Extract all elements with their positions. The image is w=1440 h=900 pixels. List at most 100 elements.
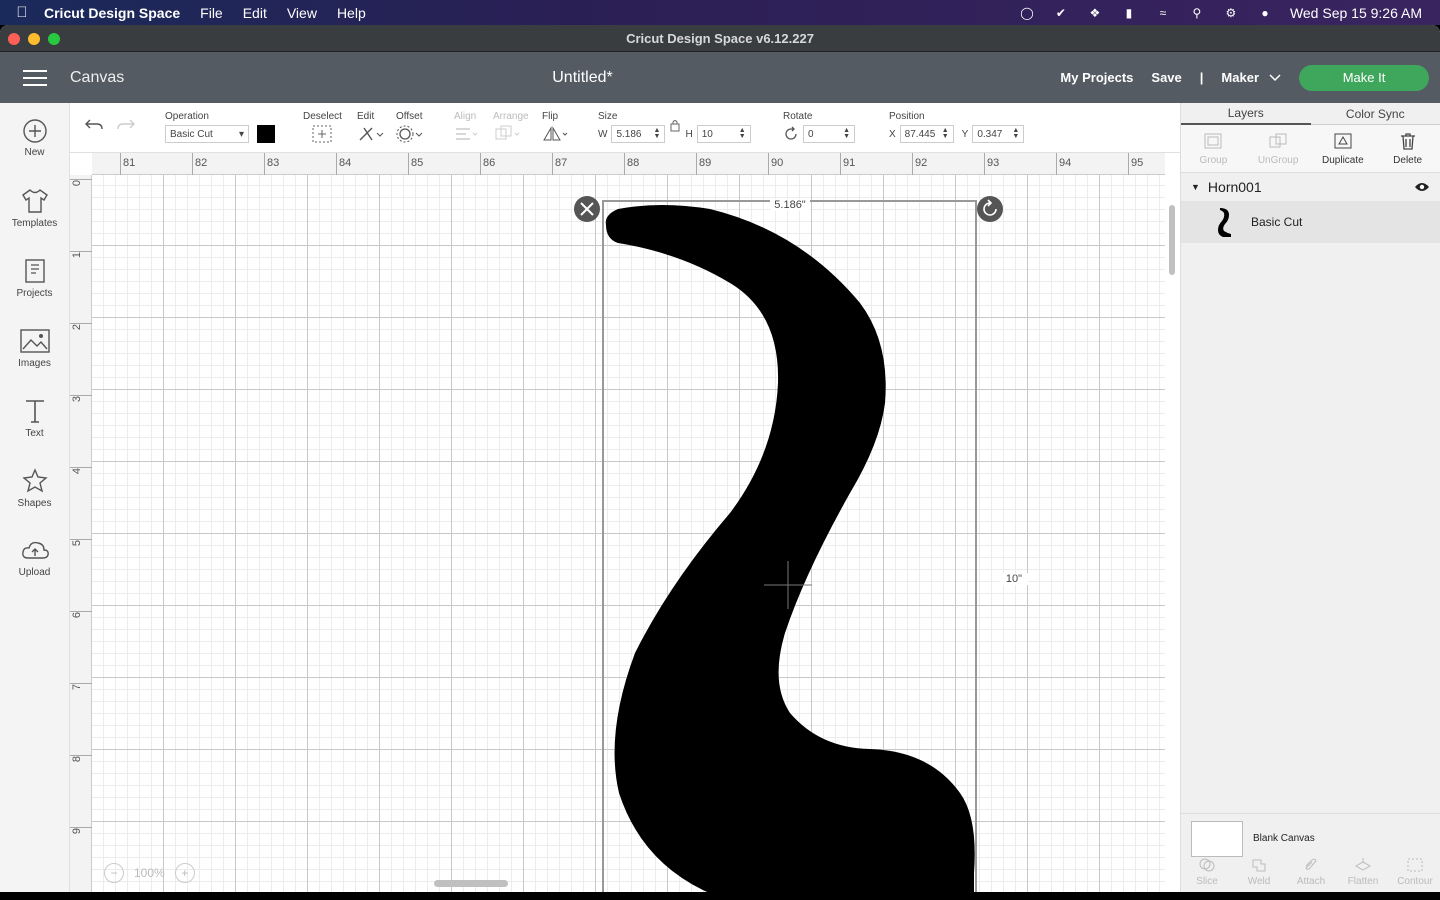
blank-canvas-row[interactable]: Blank Canvas [1181,813,1440,863]
rotate-group: Rotate 0 ▲ ▼ [783,111,855,143]
x-position-input[interactable]: 87.445 ▲ ▼ [899,125,954,143]
width-value: 5.186 [616,128,642,140]
menu-edit[interactable]: Edit [243,5,267,21]
window-title: Cricut Design Space v6.12.227 [626,30,814,46]
eye-visibility-icon[interactable] [1414,181,1430,193]
align-icon [456,128,478,140]
battery-icon[interactable]: ▮ [1120,6,1138,20]
siri-icon[interactable]: ● [1256,6,1274,20]
app-window: Cricut Design Space v6.12.227 Canvas Unt… [0,25,1440,892]
attach-button[interactable]: Attach [1285,857,1337,892]
delete-button[interactable]: Delete [1375,125,1440,172]
stepper-arrows-icon[interactable]: ▲ ▼ [739,127,746,140]
window-zoom-button[interactable] [48,33,60,45]
menu-bar:  Cricut Design Space File Edit View Hel… [0,0,1440,25]
menu-clock[interactable]: Wed Sep 15 9:26 AM [1290,5,1422,21]
window-close-button[interactable] [8,33,20,45]
height-input[interactable]: 10 ▲ ▼ [696,125,751,143]
trash-icon [1400,132,1415,150]
tab-color-sync[interactable]: Color Sync [1310,103,1440,125]
flip-group[interactable]: Flip [542,111,570,146]
vertical-scroll-thumb[interactable] [1169,205,1175,275]
horn-shape[interactable] [605,205,975,892]
edit-group[interactable]: Edit [357,111,385,146]
ungroup-label: UnGroup [1257,154,1299,166]
wifi-icon[interactable]: ≈ [1154,6,1172,20]
group-icon [1204,133,1222,148]
align-group[interactable]: Align [454,111,480,146]
delete-handle[interactable] [574,196,600,222]
sidebar-item-templates[interactable]: Templates [0,173,69,243]
deselect-group[interactable]: Deselect [303,111,342,146]
blank-canvas-swatch[interactable] [1191,820,1243,857]
undo-button[interactable] [84,117,104,136]
redo-button[interactable] [116,117,136,136]
tab-layers[interactable]: Layers [1181,103,1311,125]
canvas-layer [574,196,1003,892]
shirt-icon [21,189,48,213]
rotate-handle[interactable] [977,196,1003,222]
panel-tabs: Layers Color Sync [1181,103,1440,125]
bottom-layer-actions: Slice Weld Attach Flatten Contour [1181,858,1440,892]
sidebar-item-label: Text [25,428,44,439]
ungroup-button[interactable]: UnGroup [1246,125,1311,172]
machine-select[interactable]: Maker [1221,70,1281,85]
group-button[interactable]: Group [1181,125,1246,172]
height-label: H [685,128,693,140]
menu-app-name[interactable]: Cricut Design Space [44,5,180,21]
make-it-button[interactable]: Make It [1299,64,1429,91]
apple-icon[interactable]:  [0,4,44,21]
sidebar-item-label: Projects [16,288,53,299]
control-center-icon[interactable]: ⚙ [1222,6,1240,20]
slice-button[interactable]: Slice [1181,857,1233,892]
operation-select[interactable]: Basic Cut ▾ [165,125,249,143]
arrange-group[interactable]: Arrange [493,111,529,146]
spotlight-search-icon[interactable]: ⚲ [1188,6,1206,20]
flatten-button[interactable]: Flatten [1337,857,1389,892]
zoom-in-button[interactable]: + [174,863,195,883]
sidebar-item-new[interactable]: New [0,103,69,173]
offset-group[interactable]: Offset [396,111,424,146]
horizontal-scroll-thumb[interactable] [434,880,508,887]
layer-item[interactable]: Basic Cut [1181,201,1440,243]
collapse-triangle-icon[interactable]: ▼ [1191,182,1200,192]
stepper-arrows-icon[interactable]: ▲ ▼ [942,127,949,140]
checkmark-app-icon[interactable]: ✔ [1052,6,1070,20]
y-position-input[interactable]: 0.347 ▲ ▼ [972,125,1025,143]
weld-button[interactable]: Weld [1233,857,1285,892]
operation-color-swatch[interactable] [257,125,275,143]
sidebar-item-projects[interactable]: Projects [0,243,69,313]
delete-label: Delete [1393,154,1423,166]
position-label: Position [889,111,925,122]
contour-button[interactable]: Contour [1389,857,1440,892]
lock-icon[interactable] [669,118,681,132]
menu-help[interactable]: Help [337,5,366,21]
stepper-arrows-icon[interactable]: ▲ ▼ [654,127,661,140]
dropbox-icon[interactable]: ❖ [1086,6,1104,20]
creative-cloud-icon[interactable]: ◯ [1018,6,1036,20]
zoom-out-button[interactable]: − [104,863,124,883]
design-panel-sidebar: New Templates Projects Images Text Shape… [0,103,70,892]
duplicate-button[interactable]: Duplicate [1311,125,1376,172]
sidebar-item-upload[interactable]: Upload [0,523,69,593]
vertical-scrollbar[interactable] [1165,175,1180,892]
menu-view[interactable]: View [287,5,317,21]
design-canvas[interactable]: 81 82 83 84 85 86 87 88 89 90 91 92 93 94 95 012345678… [70,153,1180,892]
menu-file[interactable]: File [200,5,223,21]
operation-value: Basic Cut [170,128,213,140]
window-minimize-button[interactable] [28,33,40,45]
width-input[interactable]: 5.186 ▲ ▼ [611,125,666,143]
layer-group-name: Horn001 [1207,179,1262,195]
sidebar-item-text[interactable]: Text [0,383,69,453]
duplicate-icon [1334,133,1352,148]
layer-group-row[interactable]: ▼ Horn001 [1181,173,1440,201]
stepper-arrows-icon[interactable]: ▲ ▼ [843,127,850,140]
stepper-arrows-icon[interactable]: ▲ ▼ [1012,127,1019,140]
rotate-input[interactable]: 0 ▲ ▼ [803,125,855,143]
contour-icon [1407,858,1423,872]
sidebar-item-images[interactable]: Images [0,313,69,383]
size-group: Size W 5.186 ▲ ▼ H 10 ▲ ▼ [598,111,751,143]
sidebar-item-label: Templates [11,218,58,229]
redo-icon [117,119,135,130]
sidebar-item-shapes[interactable]: Shapes [0,453,69,523]
